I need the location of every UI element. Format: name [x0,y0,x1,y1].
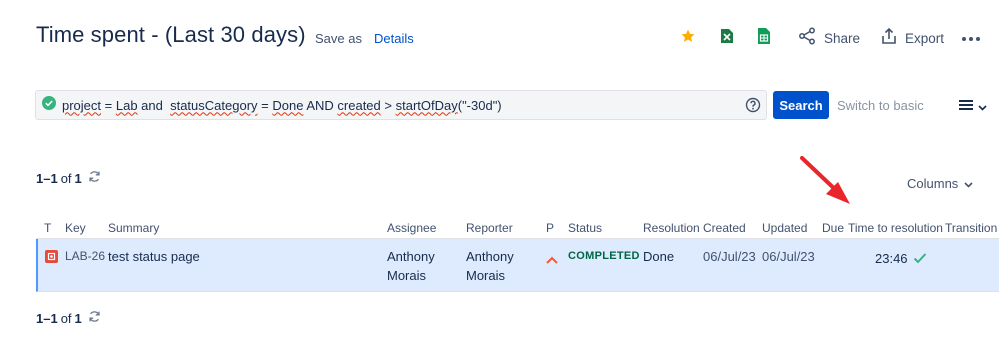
more-button[interactable] [961,26,981,50]
result-range: 1–1 [36,170,58,186]
column-header-transition[interactable]: Transition [945,221,997,235]
chevron-down-icon [978,98,987,116]
issue-key-link[interactable]: LAB-26 [65,247,105,266]
time-to-resolution-value: 23:46 [875,251,908,266]
column-header-status[interactable]: Status [568,221,602,235]
column-header-time-to-resolution[interactable]: Time to resolution [848,221,943,235]
google-sheets-icon [758,27,770,49]
priority-major-icon [546,250,558,269]
column-header-reporter[interactable]: Reporter [466,221,513,235]
page-title: Time spent - (Last 30 days) [36,22,306,47]
list-view-menu[interactable] [958,98,987,116]
column-header-summary[interactable]: Summary [108,221,159,235]
column-header-priority[interactable]: P [546,221,554,235]
share-icon [798,27,816,50]
result-count: 1–1 of 1 [36,170,101,186]
export-excel-button[interactable] [720,26,734,50]
export-sheets-button[interactable] [758,26,770,50]
share-button[interactable]: Share [798,26,860,50]
assignee-first-name: Anthony [387,249,435,264]
export-icon [881,27,897,50]
list-view-icon [958,98,974,116]
star-icon [680,28,696,49]
jql-query-text: project = Lab and statusCategory = Done … [62,97,502,113]
columns-button[interactable]: Columns [907,176,973,191]
column-header-resolution[interactable]: Resolution [643,221,700,235]
reporter-first-name: Anthony [466,249,514,264]
more-icon [961,29,981,47]
save-as-button[interactable]: Save as [315,31,362,46]
search-button[interactable]: Search [773,91,829,119]
column-header-type[interactable]: T [44,221,51,235]
column-header-assignee[interactable]: Assignee [387,221,436,235]
export-button[interactable]: Export [881,26,944,50]
star-button[interactable] [680,26,696,50]
column-header-due[interactable]: Due [822,221,844,235]
resolution-value: Done [643,249,675,264]
refresh-icon[interactable] [88,310,101,326]
refresh-icon[interactable] [88,170,101,186]
result-of: of [60,310,72,326]
created-date: 06/Jul/23 [703,249,756,264]
chevron-down-icon [964,176,973,191]
jql-query-input[interactable]: project = Lab and statusCategory = Done … [35,90,767,120]
excel-icon [720,28,734,49]
details-link[interactable]: Details [374,31,414,46]
export-label: Export [905,30,945,46]
result-range: 1–1 [36,310,58,326]
switch-to-basic-link[interactable]: Switch to basic [837,98,924,113]
status-badge: COMPLETED [568,250,640,262]
column-header-key[interactable]: Key [65,221,86,235]
result-total: 1 [74,310,82,326]
result-of: of [60,170,72,186]
check-icon [913,250,927,269]
issue-summary-link[interactable]: test status page [108,247,200,266]
arrow-icon [800,156,850,204]
column-header-updated[interactable]: Updated [762,221,807,235]
result-count-bottom: 1–1 of 1 [36,310,101,326]
assignee-last-name: Morais [387,268,427,283]
check-circle-icon [42,95,56,115]
bug-icon [45,250,58,263]
column-header-created[interactable]: Created [703,221,746,235]
result-total: 1 [74,170,82,186]
share-label: Share [824,30,861,46]
help-icon[interactable] [745,97,761,118]
columns-label: Columns [907,176,959,191]
updated-date: 06/Jul/23 [762,249,815,264]
reporter-last-name: Morais [466,268,506,283]
